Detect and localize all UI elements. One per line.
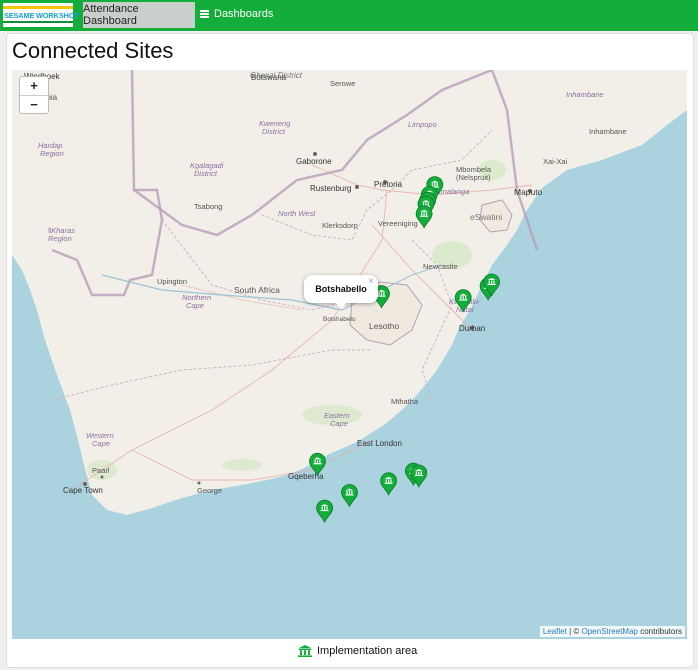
label-hardap-2: Region: [40, 149, 64, 158]
label-xai-xai: Xai-Xai: [543, 157, 568, 166]
label-durban: Durban: [459, 324, 485, 333]
map-legend: Implementation area: [298, 645, 417, 657]
label-rustenburg: Rustenburg: [310, 184, 351, 193]
label-serowe: Serowe: [330, 79, 355, 88]
label-upington: Upington: [157, 277, 187, 286]
label-kweneng-2: District: [262, 127, 286, 136]
attribution-contributors: contributors: [637, 627, 682, 636]
zoom-in-button[interactable]: +: [20, 77, 48, 95]
navbar: SESAME WORKSHOP Attendance Dashboard Das…: [0, 0, 698, 31]
site-popup: Botshabello ×: [304, 275, 378, 309]
label-south-africa: South Africa: [234, 285, 280, 295]
sesame-workshop-logo[interactable]: SESAME WORKSHOP: [3, 3, 79, 27]
label-inhambane: Inhambane: [566, 90, 604, 99]
museum-icon: [298, 645, 312, 657]
leaflet-link[interactable]: Leaflet: [543, 627, 567, 636]
label-inhambane-city: Inhambane: [589, 127, 627, 136]
label-paarl: Paarl: [92, 466, 110, 475]
label-tsabong: Tsabong: [194, 202, 222, 211]
popup-close-button[interactable]: ×: [368, 276, 374, 287]
label-kharas-2: Region: [48, 234, 72, 243]
label-north-west: North West: [278, 209, 316, 218]
label-kgalagadi-2: District: [194, 169, 218, 178]
popup-site-name: Botshabello: [315, 284, 367, 294]
label-east-london: East London: [357, 439, 402, 448]
label-klerksdorp: Klerksdorp: [322, 221, 358, 230]
label-lesotho: Lesotho: [369, 321, 400, 331]
attribution-sep: | ©: [566, 627, 582, 636]
map-attribution: Leaflet | © OpenStreetMap contributors: [539, 626, 685, 637]
dashboards-label: Dashboards: [214, 8, 274, 20]
label-vereeniging: Vereeniging: [378, 219, 418, 228]
label-mthatha: Mthatha: [391, 397, 419, 406]
label-pretoria: Pretoria: [374, 180, 403, 189]
label-gaborone: Gaborone: [296, 157, 332, 166]
label-eastern-cape-2: Cape: [330, 419, 348, 428]
label-george: George: [197, 486, 222, 495]
zoom-out-button[interactable]: −: [20, 96, 48, 114]
label-northern-cape-2: Cape: [186, 301, 204, 310]
hamburger-icon: [200, 10, 209, 18]
label-nelspruit: (Nelspruit): [456, 173, 491, 182]
legend-label: Implementation area: [317, 645, 418, 657]
label-botswana: Botswana: [251, 73, 287, 82]
dashboards-menu[interactable]: Dashboards: [200, 8, 273, 20]
logo-text: SESAME WORKSHOP: [4, 11, 80, 20]
page-title: Connected Sites: [12, 38, 174, 63]
label-eswatini: eSwatini: [470, 212, 502, 222]
osm-link[interactable]: OpenStreetMap: [581, 627, 637, 636]
tab-attendance-dashboard[interactable]: Attendance Dashboard: [83, 2, 195, 28]
label-limpopo: Limpopo: [408, 120, 437, 129]
map-tiles: Ghanzi District Botswana Serowe Gaborone…: [12, 70, 687, 639]
label-newcastle: Newcastle: [423, 262, 458, 271]
map[interactable]: Ghanzi District Botswana Serowe Gaborone…: [12, 70, 687, 639]
label-maputo: Maputo: [514, 187, 543, 197]
label-cape-town: Cape Town: [63, 486, 103, 495]
label-botshabelo: Botshabelo: [323, 316, 356, 323]
zoom-control: + −: [19, 76, 49, 114]
label-western-cape-2: Cape: [92, 439, 110, 448]
